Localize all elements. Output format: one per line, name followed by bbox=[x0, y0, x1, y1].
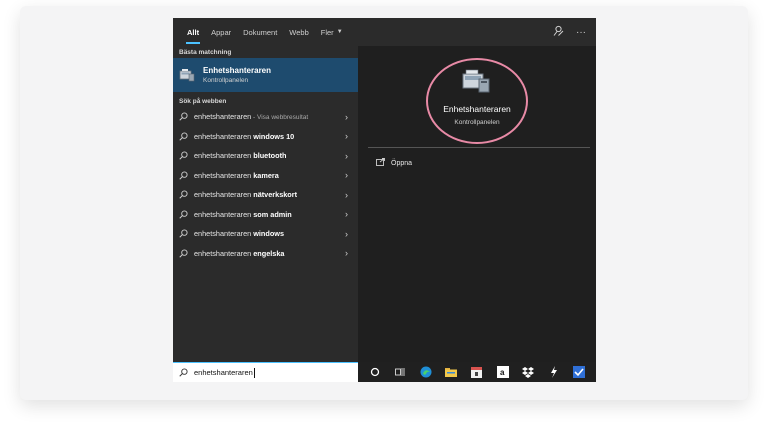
result-bold-text: windows 10 bbox=[253, 131, 295, 141]
web-result-item[interactable]: enhetshanteraren kamera › bbox=[173, 166, 358, 186]
edge-icon[interactable] bbox=[419, 365, 433, 379]
result-bold-text: nätverkskort bbox=[253, 190, 298, 200]
web-results-list: enhetshanteraren - Visa webbresultat › e… bbox=[173, 107, 358, 263]
chevron-right-icon[interactable]: › bbox=[345, 248, 348, 258]
search-icon bbox=[179, 210, 188, 219]
chevron-right-icon[interactable]: › bbox=[345, 112, 348, 122]
caret-down-icon: ▼ bbox=[336, 29, 343, 35]
search-icon bbox=[179, 368, 188, 377]
result-bold-text: windows bbox=[253, 229, 285, 239]
checkmark-icon[interactable] bbox=[572, 365, 586, 379]
best-match-title: Enhetshanteraren bbox=[203, 66, 272, 75]
text-cursor bbox=[253, 367, 255, 378]
taskbar: a bbox=[358, 362, 596, 382]
best-match-item[interactable]: Enhetshanteraren Kontrollpanelen bbox=[173, 58, 358, 92]
calendar-icon[interactable] bbox=[470, 365, 484, 379]
bolt-icon[interactable] bbox=[547, 365, 561, 379]
web-result-item[interactable]: enhetshanteraren bluetooth › bbox=[173, 146, 358, 166]
preview-subtitle: Kontrollpanelen bbox=[454, 119, 500, 126]
amazon-icon[interactable]: a bbox=[496, 365, 510, 379]
search-icon bbox=[179, 132, 188, 141]
cortana-icon[interactable] bbox=[368, 365, 382, 379]
chevron-right-icon[interactable]: › bbox=[345, 170, 348, 180]
search-icon bbox=[179, 249, 188, 258]
result-text: enhetshanteraren bbox=[194, 209, 254, 219]
result-bold-text: engelska bbox=[253, 248, 285, 258]
web-result-item[interactable]: enhetshanteraren windows › bbox=[173, 224, 358, 244]
search-input[interactable]: enhetshanteraren bbox=[194, 368, 253, 377]
tab-web[interactable]: Webb bbox=[283, 18, 314, 46]
svg-text:a: a bbox=[500, 368, 505, 377]
search-icon bbox=[179, 229, 188, 238]
result-text: enhetshanteraren bbox=[194, 190, 254, 200]
search-icon bbox=[179, 171, 188, 180]
chevron-right-icon[interactable]: › bbox=[345, 209, 348, 219]
chevron-right-icon[interactable]: › bbox=[345, 229, 348, 239]
result-bold-text: som admin bbox=[253, 209, 292, 219]
open-label: Öppna bbox=[391, 159, 413, 167]
search-box[interactable]: enhetshanteraren bbox=[173, 362, 358, 382]
search-icon bbox=[179, 112, 188, 121]
search-filter-bar: Allt Appar Dokument Webb Fler ▼ ··· bbox=[173, 18, 596, 46]
tab-more[interactable]: Fler ▼ bbox=[315, 18, 349, 46]
chevron-right-icon[interactable]: › bbox=[345, 131, 348, 141]
tab-documents[interactable]: Dokument bbox=[237, 18, 283, 46]
result-text: enhetshanteraren bbox=[194, 151, 254, 161]
windows-search-window: Allt Appar Dokument Webb Fler ▼ ··· Bästa… bbox=[173, 18, 596, 382]
feedback-icon[interactable] bbox=[553, 25, 564, 39]
dropbox-icon[interactable] bbox=[521, 365, 535, 379]
result-text: enhetshanteraren bbox=[194, 112, 252, 122]
web-result-item[interactable]: enhetshanteraren - Visa webbresultat › bbox=[173, 107, 358, 127]
search-icon bbox=[179, 151, 188, 160]
web-result-item[interactable]: enhetshanteraren nätverkskort › bbox=[173, 185, 358, 205]
more-options-icon[interactable]: ··· bbox=[576, 27, 586, 38]
web-search-heading: Sök på webben bbox=[179, 97, 227, 105]
preview-divider bbox=[368, 147, 590, 148]
result-text: enhetshanteraren bbox=[194, 131, 254, 141]
result-text: enhetshanteraren bbox=[194, 248, 254, 258]
web-result-item[interactable]: enhetshanteraren som admin › bbox=[173, 205, 358, 225]
device-manager-icon bbox=[179, 69, 195, 82]
result-text: enhetshanteraren bbox=[194, 229, 254, 239]
result-hint: - Visa webbresultat bbox=[251, 114, 309, 122]
results-column: Bästa matchning Enhetshanteraren Kontrol… bbox=[173, 46, 358, 362]
task-view-icon[interactable] bbox=[393, 365, 407, 379]
tab-apps[interactable]: Appar bbox=[205, 18, 237, 46]
web-result-item[interactable]: enhetshanteraren windows 10 › bbox=[173, 127, 358, 147]
best-match-heading: Bästa matchning bbox=[179, 48, 232, 56]
result-bold-text: kamera bbox=[253, 170, 279, 180]
open-icon bbox=[376, 158, 385, 168]
web-result-item[interactable]: enhetshanteraren engelska › bbox=[173, 244, 358, 264]
tab-all[interactable]: Allt bbox=[181, 18, 205, 46]
search-icon bbox=[179, 190, 188, 199]
chevron-right-icon[interactable]: › bbox=[345, 190, 348, 200]
result-text: enhetshanteraren bbox=[194, 170, 254, 180]
open-action[interactable]: Öppna bbox=[376, 158, 412, 168]
best-match-subtitle: Kontrollpanelen bbox=[203, 77, 249, 84]
chevron-right-icon[interactable]: › bbox=[345, 151, 348, 161]
preview-panel: Enhetshanteraren Kontrollpanelen Öppna bbox=[358, 46, 596, 362]
device-manager-large-icon bbox=[462, 69, 490, 93]
preview-title: Enhetshanteraren bbox=[443, 104, 511, 114]
result-bold-text: bluetooth bbox=[253, 151, 287, 161]
file-explorer-icon[interactable] bbox=[444, 365, 458, 379]
